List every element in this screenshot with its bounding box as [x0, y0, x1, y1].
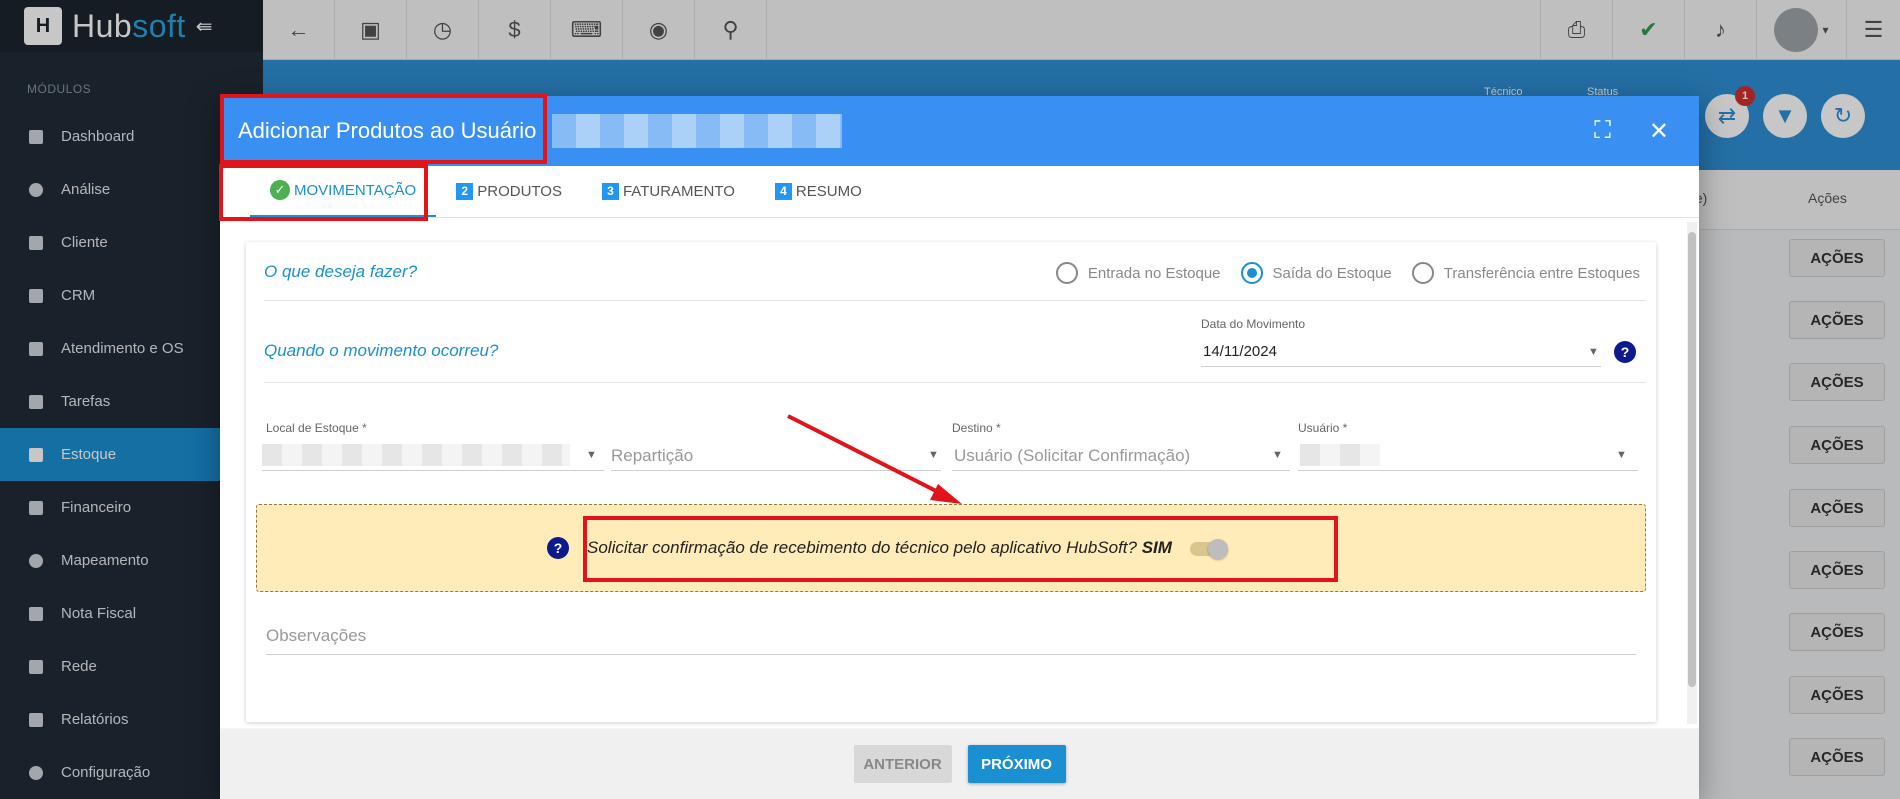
annotation-arrow — [787, 414, 962, 504]
